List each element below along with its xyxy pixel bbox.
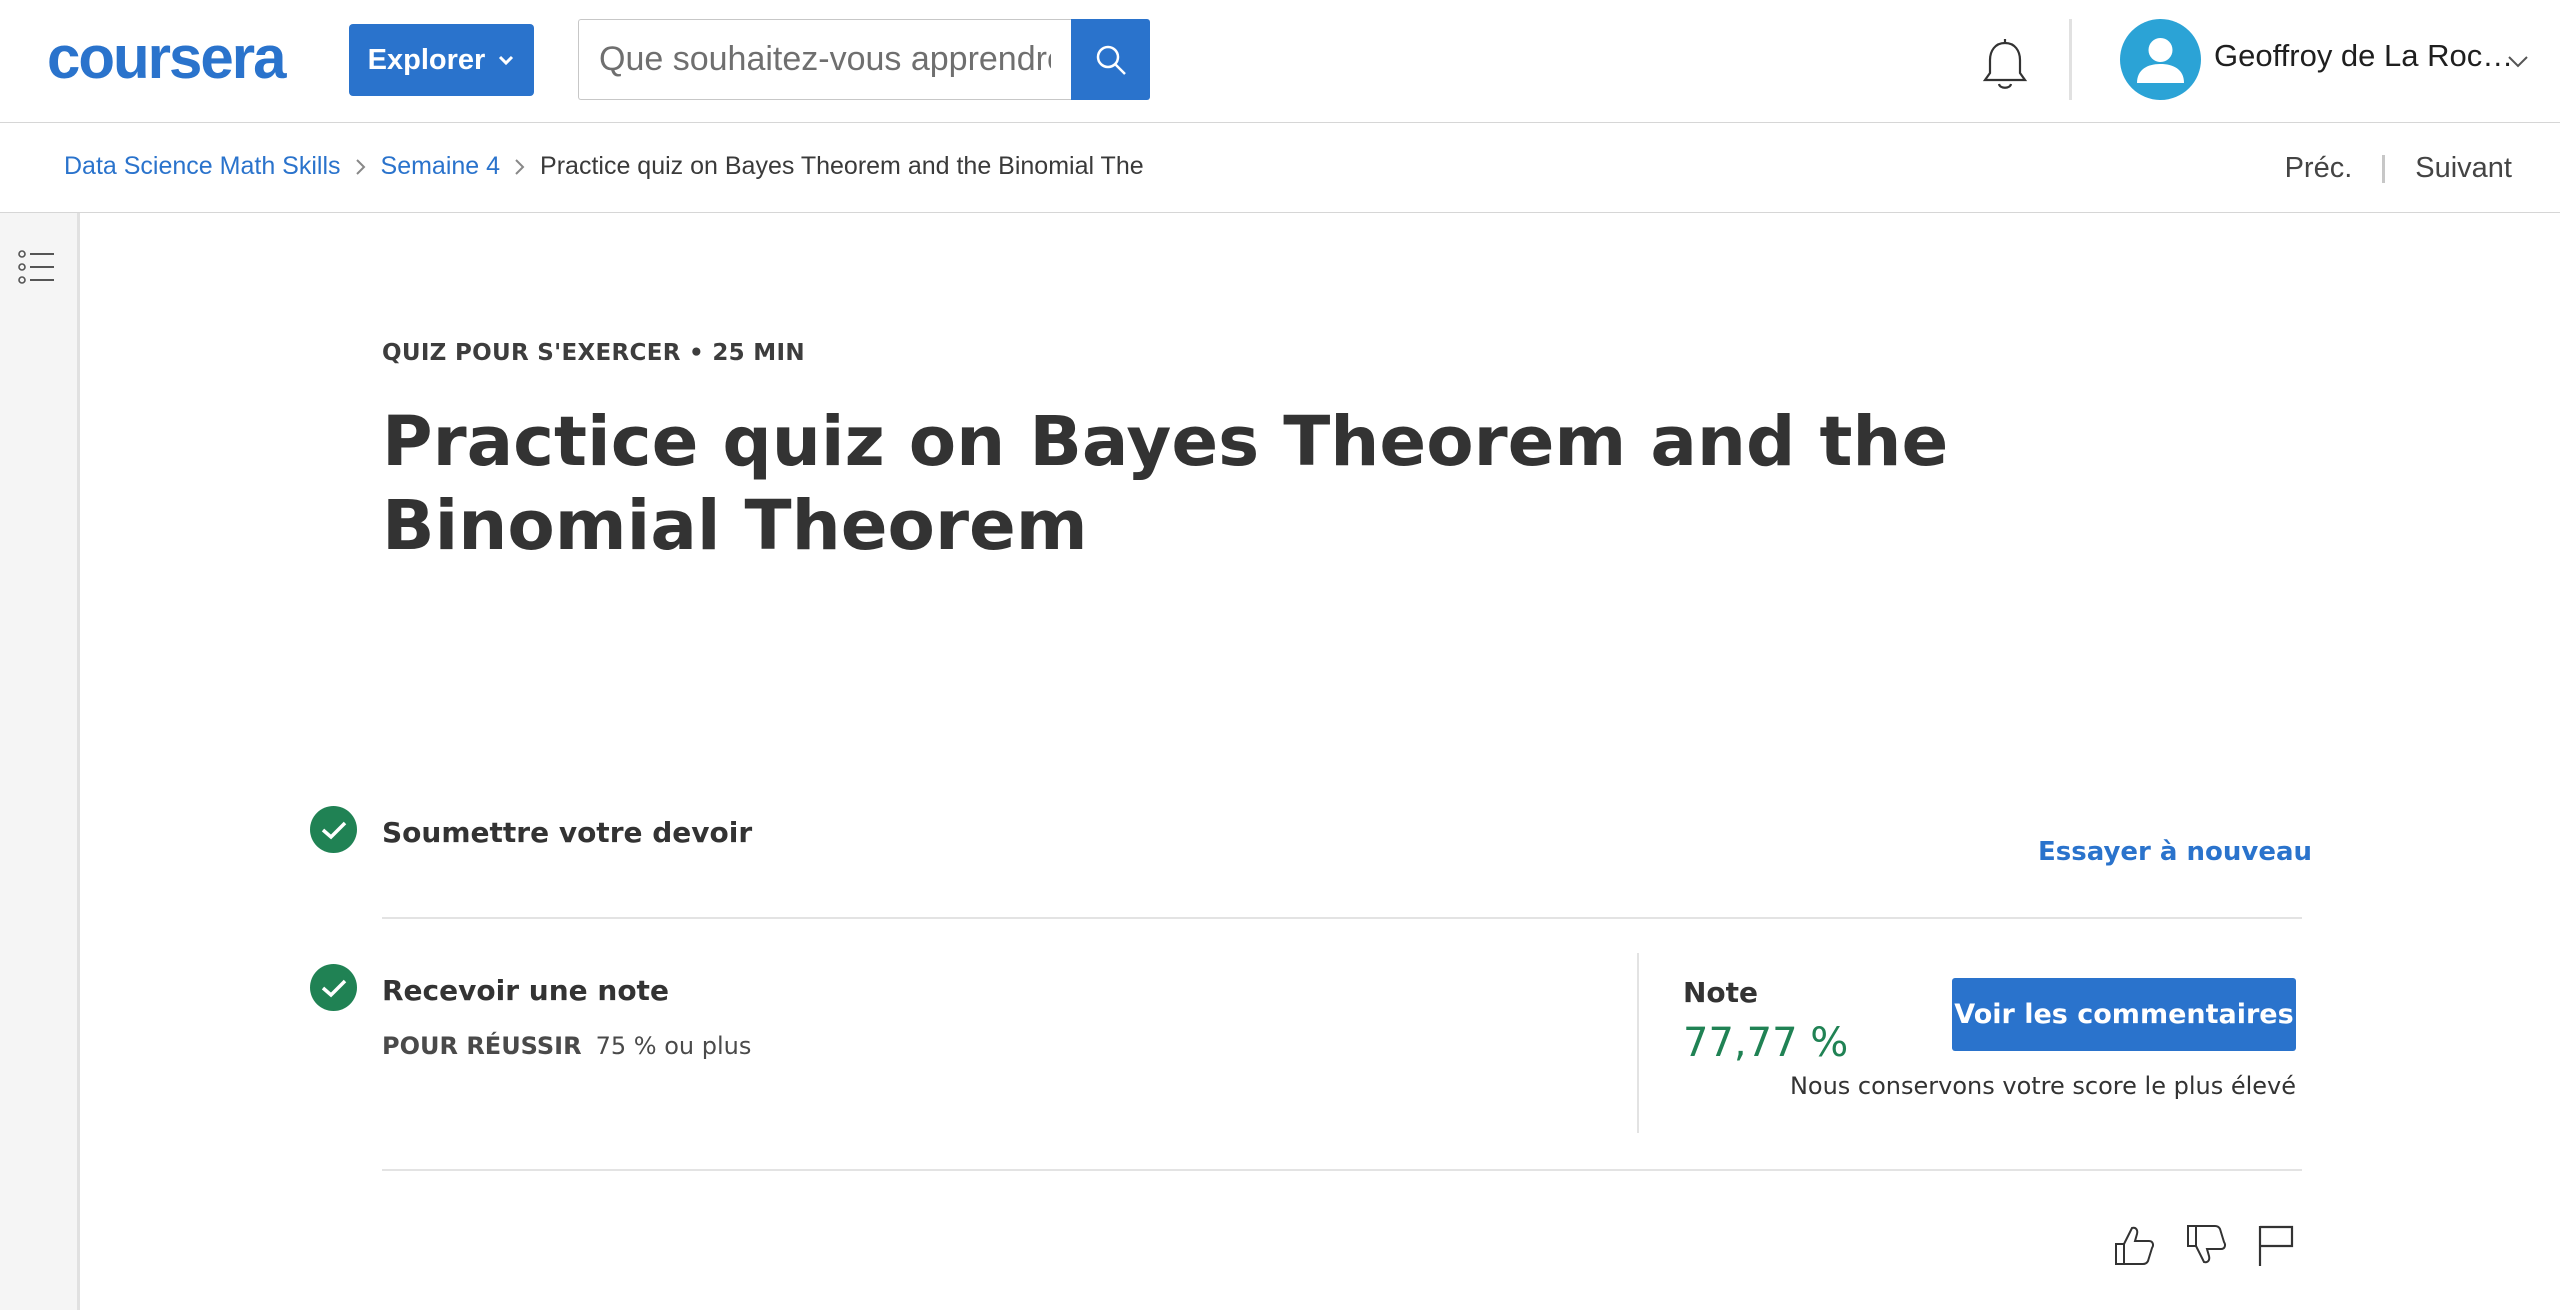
view-feedback-button[interactable]: Voir les commentaires: [1952, 978, 2296, 1051]
divider: [382, 1169, 2302, 1171]
list-icon[interactable]: [18, 249, 56, 285]
check-icon: [321, 979, 346, 997]
pass-value: 75 % ou plus: [595, 1032, 752, 1060]
search-icon: [1096, 45, 1126, 75]
prev-next-nav: Préc. Suivant: [2285, 152, 2512, 185]
breadcrumb-course-link[interactable]: Data Science Math Skills: [64, 152, 341, 181]
grade-value: 77,77 %: [1683, 1020, 1849, 1066]
previous-link[interactable]: Préc.: [2285, 152, 2353, 185]
explore-label: Explorer: [367, 43, 486, 76]
breadcrumb-current: Practice quiz on Bayes Theorem and the B…: [540, 152, 1144, 180]
retry-link[interactable]: Essayer à nouveau: [2038, 837, 2312, 867]
grade-status-badge: [310, 964, 357, 1011]
submit-status-badge: [310, 806, 357, 853]
bell-icon: [1982, 39, 2028, 89]
quiz-kicker: QUIZ POUR S'EXERCER • 25 MIN: [382, 340, 805, 366]
explore-button[interactable]: Explorer: [349, 24, 534, 96]
pass-requirement: POUR RÉUSSIR 75 % ou plus: [382, 1032, 751, 1060]
vertical-divider: [1637, 953, 1639, 1133]
breadcrumb-week-link[interactable]: Semaine 4: [381, 152, 501, 181]
thumbs-up-icon[interactable]: [2112, 1222, 2156, 1268]
search-input[interactable]: [579, 20, 1071, 99]
user-icon: [2137, 38, 2184, 83]
pass-label: POUR RÉUSSIR: [382, 1032, 582, 1060]
nav-divider: [2069, 19, 2072, 100]
prev-next-divider: [2382, 154, 2386, 183]
coursera-logo[interactable]: coursera: [47, 26, 303, 90]
search-field[interactable]: [578, 19, 1071, 100]
divider: [382, 917, 2302, 919]
highest-score-note: Nous conservons votre score le plus élev…: [1789, 1072, 2296, 1100]
submit-step-title: Soumettre votre devoir: [382, 816, 753, 849]
page-title: Practice quiz on Bayes Theorem and the B…: [382, 402, 1949, 566]
top-navigation: coursera Explorer Geoffroy de La Roc…: [0, 0, 2560, 123]
chevron-down-icon[interactable]: [2506, 50, 2530, 74]
grade-step-title: Recevoir une note: [382, 974, 669, 1007]
notifications-button[interactable]: [1978, 37, 2032, 93]
breadcrumb: Data Science Math Skills Semaine 4 Pract…: [64, 152, 1144, 181]
search-button[interactable]: [1071, 19, 1150, 100]
course-outline-rail: [0, 213, 80, 1310]
flag-icon[interactable]: [2254, 1222, 2298, 1268]
chevron-right-icon: [500, 157, 540, 177]
chevron-down-icon: [499, 55, 514, 66]
grade-label: Note: [1683, 976, 1759, 1009]
check-icon: [321, 821, 346, 839]
user-name[interactable]: Geoffroy de La Roc…: [2214, 38, 2513, 74]
next-link[interactable]: Suivant: [2415, 152, 2512, 185]
breadcrumb-bar: Data Science Math Skills Semaine 4 Pract…: [0, 124, 2560, 213]
avatar[interactable]: [2120, 19, 2201, 100]
thumbs-down-icon[interactable]: [2184, 1222, 2228, 1268]
chevron-right-icon: [341, 157, 381, 177]
svg-text:coursera: coursera: [47, 26, 287, 90]
